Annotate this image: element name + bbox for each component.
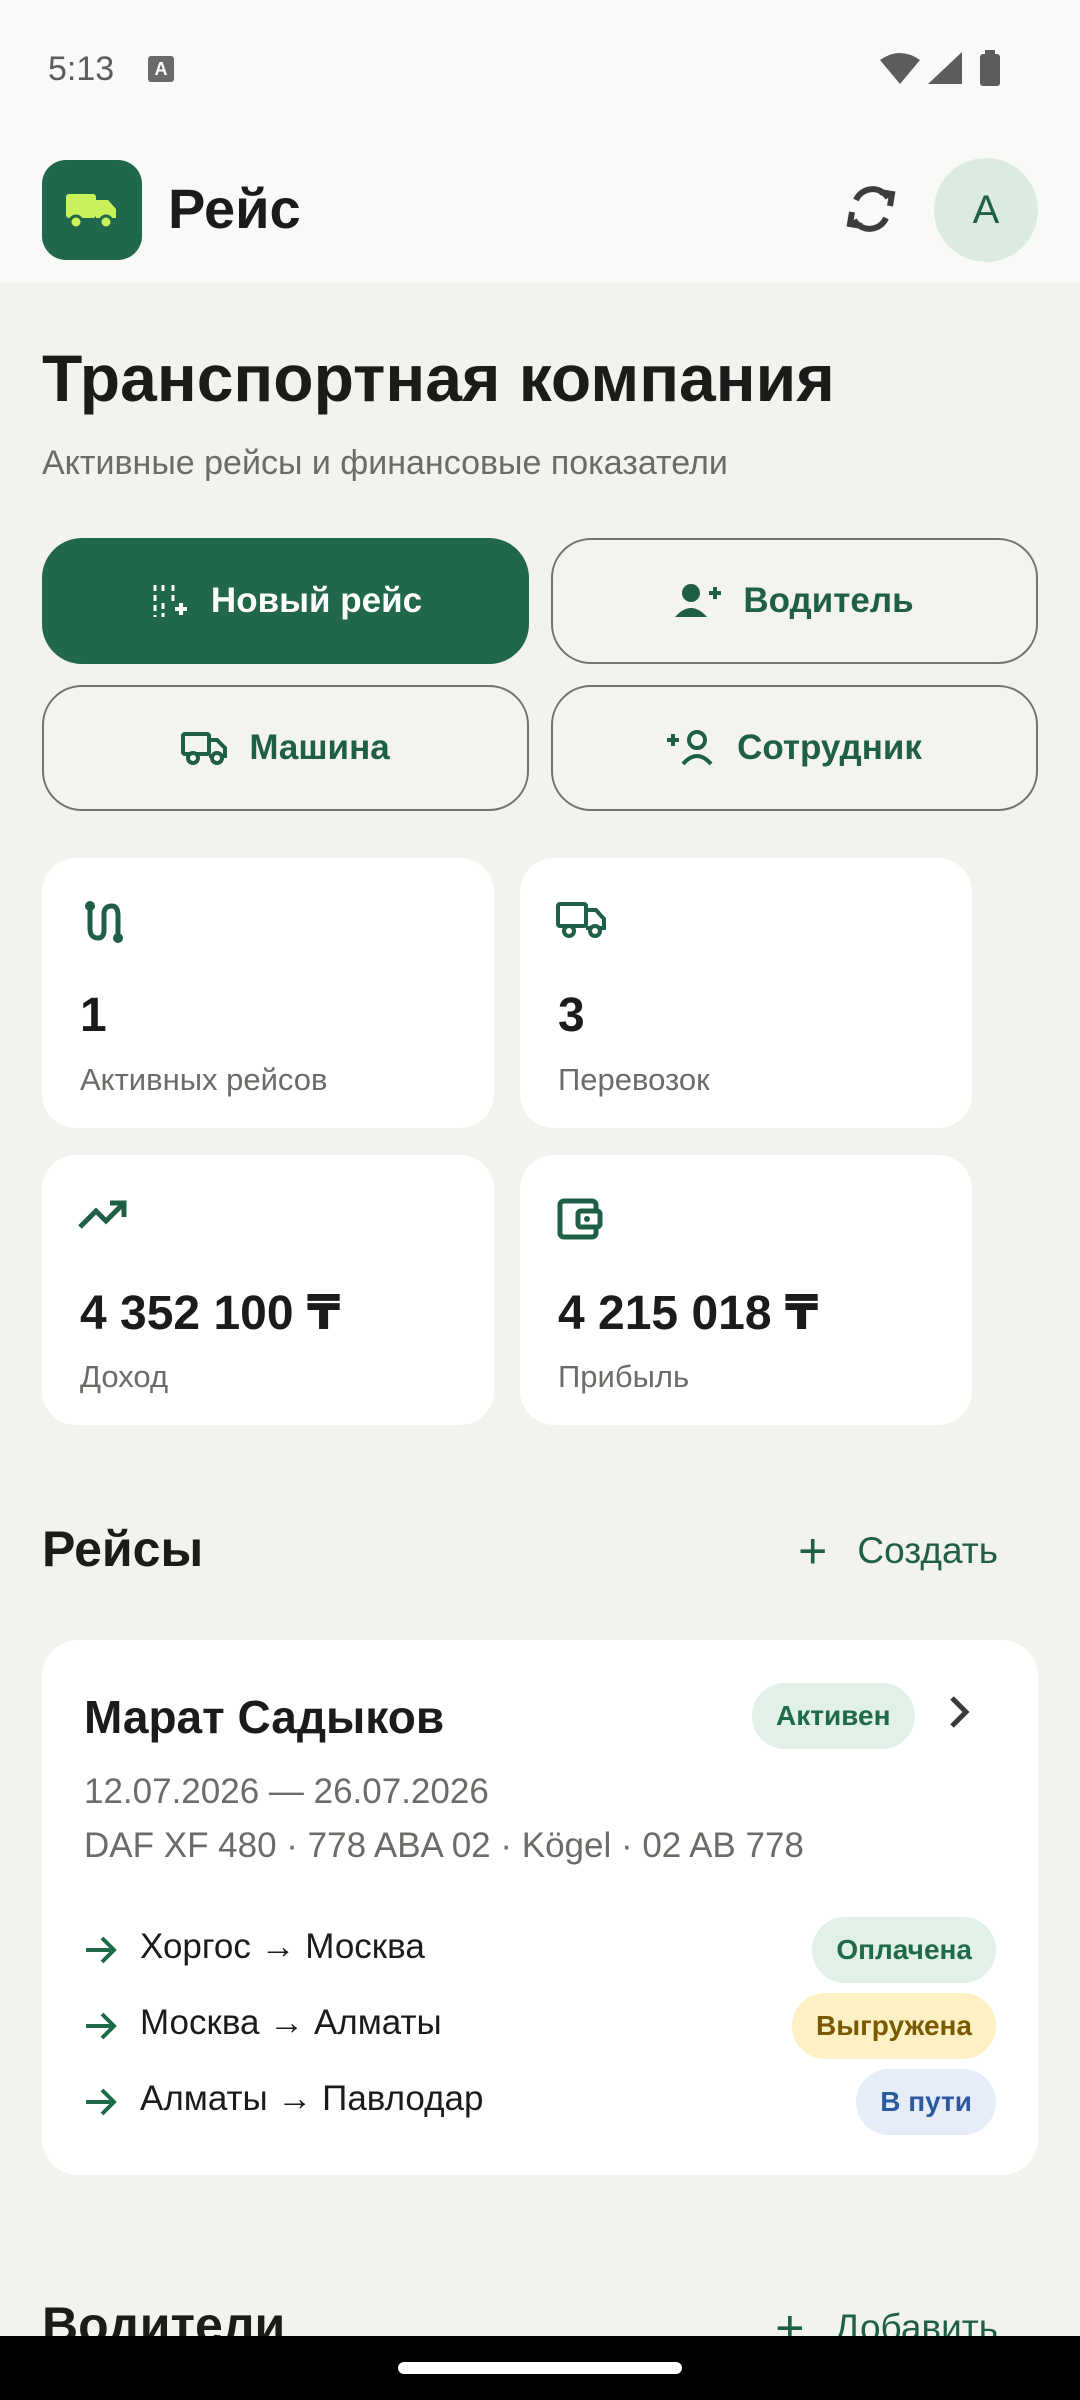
create-trip-button[interactable]: + Создать: [798, 1521, 998, 1581]
status-time: 5:13: [48, 50, 115, 88]
trip-card[interactable]: Марат Садыков Активен 12.07.2026 — 26.07…: [42, 1640, 1038, 2175]
avatar[interactable]: А: [934, 158, 1038, 262]
chevron-right-icon[interactable]: [947, 1694, 971, 1730]
truck-icon: [66, 194, 116, 230]
stat-label: Перевозок: [558, 1062, 710, 1097]
stat-card-profit: 4 215 018 ₸ Прибыль: [520, 1155, 972, 1425]
new-trip-button[interactable]: Новый рейс: [42, 538, 529, 664]
add-vehicle-button[interactable]: Машина: [42, 685, 529, 811]
stat-value: 4 352 100 ₸: [80, 1287, 341, 1340]
stat-value: 3: [558, 989, 585, 1042]
route-row[interactable]: Москва → Алматы Выгружена: [84, 1993, 996, 2059]
wifi-icon: [880, 53, 920, 84]
home-gesture-handle[interactable]: [398, 2362, 682, 2374]
route-row[interactable]: Хоргос → Москва Оплачена: [84, 1917, 996, 1983]
signal-icon: [928, 52, 962, 84]
trip-status-badge: Активен: [752, 1683, 915, 1749]
create-trip-label: Создать: [857, 1530, 998, 1571]
stat-label: Прибыль: [558, 1359, 690, 1394]
arrow-right-icon: [86, 1936, 117, 1964]
trip-vehicle: DAF XF 480 · 778 ABA 02 · Kögel · 02 AB …: [84, 1826, 804, 1865]
app-logo: [42, 160, 142, 260]
trip-dates: 12.07.2026 — 26.07.2026: [84, 1772, 489, 1811]
plus-icon: +: [798, 1523, 828, 1579]
wallet-icon: [557, 1198, 603, 1240]
sync-icon: [846, 186, 896, 232]
arrow-right-icon: [86, 2012, 117, 2040]
stat-value: 4 215 018 ₸: [558, 1287, 819, 1340]
stat-label: Активных рейсов: [80, 1062, 328, 1097]
app-header-area: [0, 0, 1080, 282]
page-title: Транспортная компания: [42, 341, 835, 415]
stat-card-income: 4 352 100 ₸ Доход: [42, 1155, 494, 1425]
stat-card-shipments: 3 Перевозок: [520, 858, 972, 1128]
trip-driver-name: Марат Садыков: [84, 1691, 445, 1743]
truck-icon: [556, 902, 606, 938]
route-row[interactable]: Алматы → Павлодар В пути: [84, 2069, 996, 2135]
route-status-badge: В пути: [856, 2069, 996, 2135]
add-employee-button[interactable]: Сотрудник: [551, 685, 1038, 811]
battery-icon: [980, 54, 1000, 86]
arrow-right-icon: [86, 2088, 117, 2116]
route-status-badge: Оплачена: [812, 1917, 996, 1983]
route-icon: [85, 901, 123, 943]
truck-icon: [181, 732, 228, 765]
route-text: Алматы → Павлодар: [140, 2079, 484, 2118]
stat-value: 1: [80, 989, 107, 1042]
route-text: Москва → Алматы: [140, 2003, 442, 2042]
stat-label: Доход: [80, 1359, 169, 1394]
add-driver-label: Водитель: [743, 581, 914, 620]
notification-icon: A: [148, 56, 174, 82]
sync-button[interactable]: [832, 170, 910, 248]
app-title: Рейс: [168, 177, 301, 240]
new-trip-label: Новый рейс: [210, 581, 423, 620]
trending-up-icon: [78, 1200, 127, 1229]
trips-section-title: Рейсы: [42, 1521, 204, 1577]
route-status-badge: Выгружена: [792, 1993, 996, 2059]
route-add-icon: [153, 585, 187, 617]
status-icons: [880, 50, 1000, 86]
page-subtitle: Активные рейсы и финансовые показатели: [42, 444, 728, 482]
stat-card-active-trips: 1 Активных рейсов: [42, 858, 494, 1128]
route-text: Хоргос → Москва: [140, 1927, 425, 1966]
screen: 5:13 A Рейс А Транспортная компания Акти…: [0, 0, 1080, 2400]
person-add-outline-icon: [667, 730, 713, 766]
add-employee-label: Сотрудник: [737, 728, 922, 767]
add-vehicle-label: Машина: [249, 728, 390, 767]
add-driver-button[interactable]: Водитель: [551, 538, 1038, 664]
person-add-icon: [675, 584, 722, 617]
